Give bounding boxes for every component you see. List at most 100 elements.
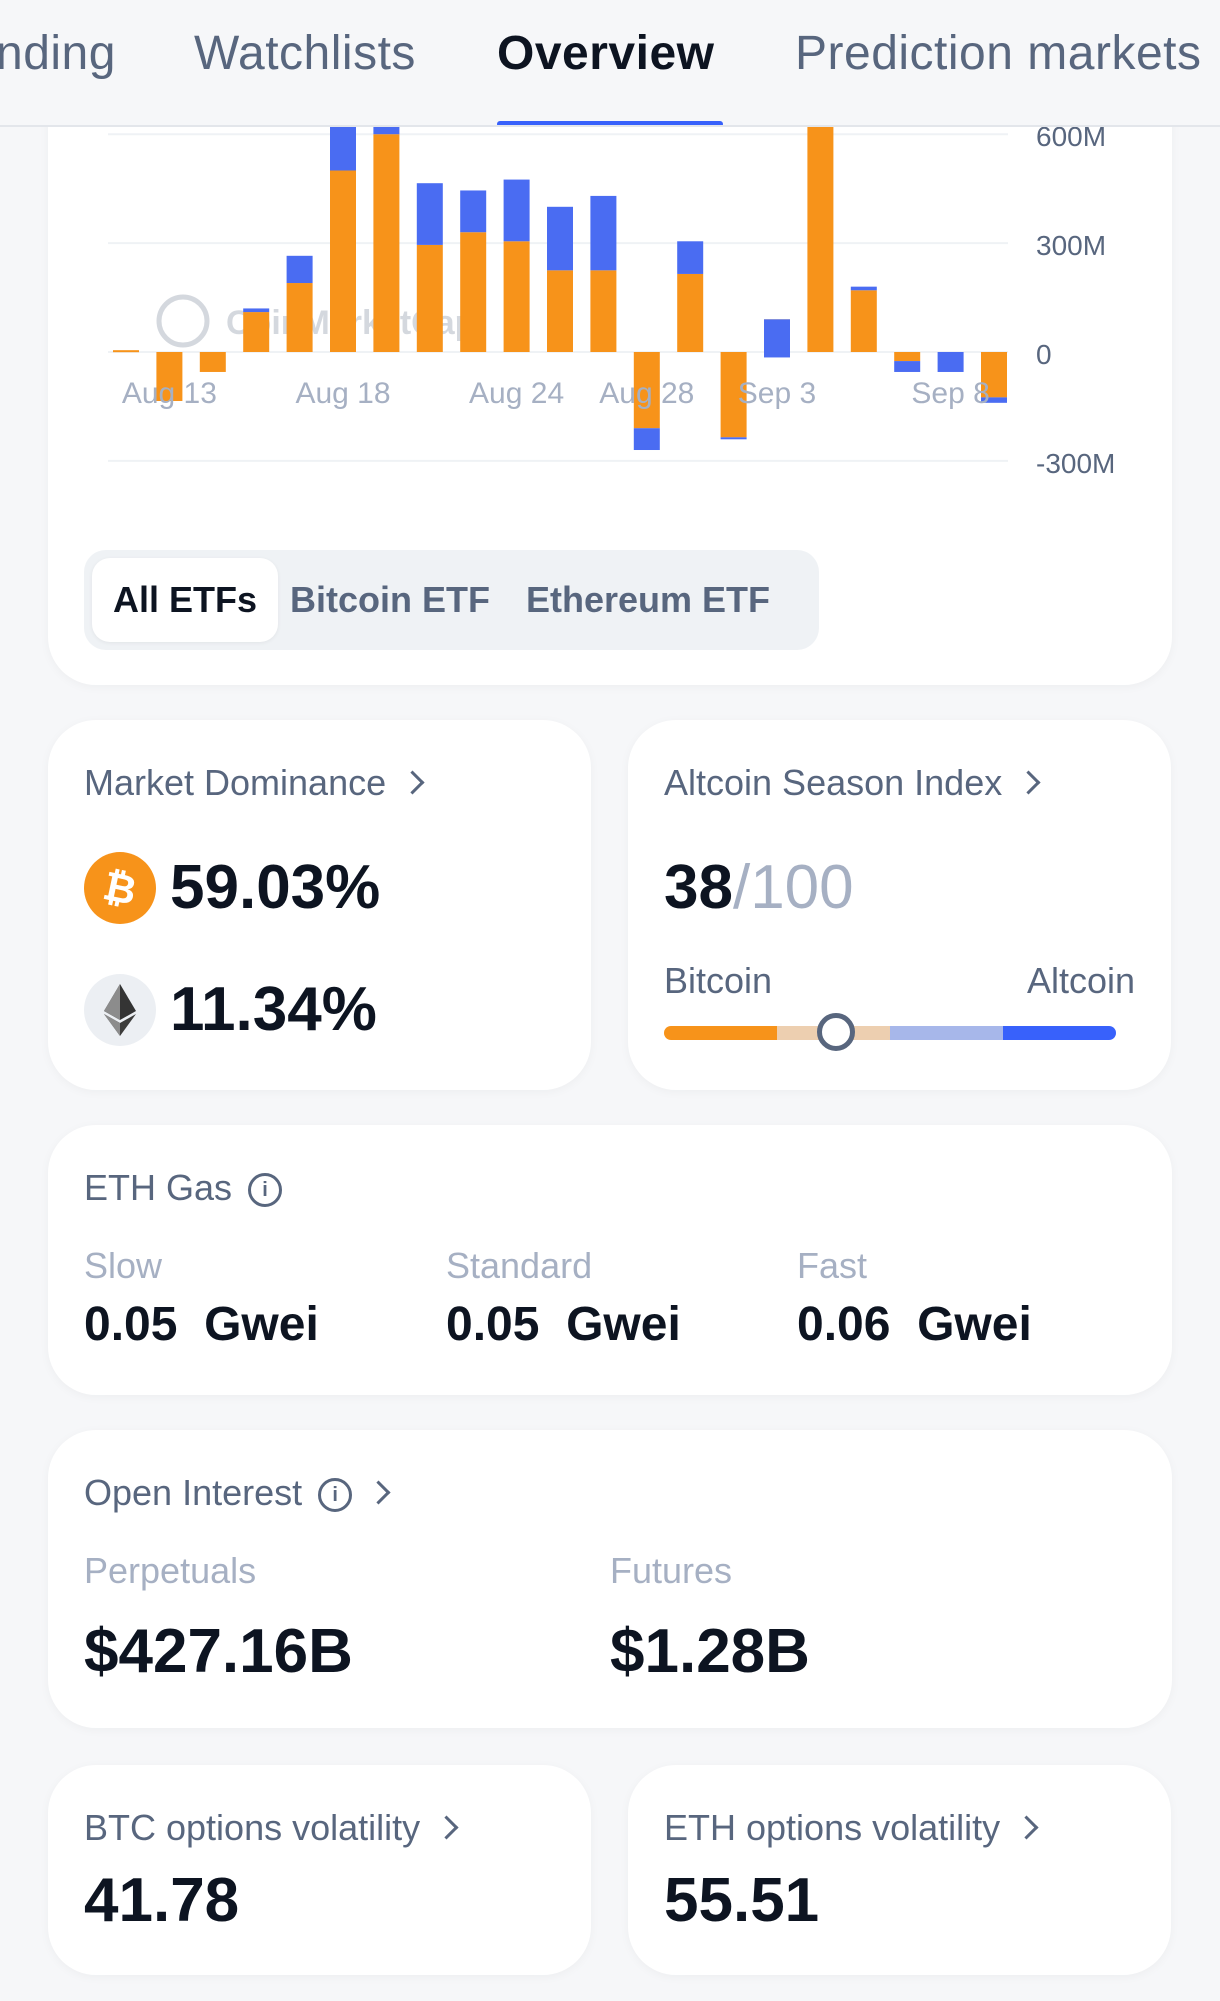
bar-segment-blue[interactable] (894, 361, 921, 372)
season-bar-segment-4 (1003, 1026, 1116, 1040)
x-tick-label: Aug 18 (295, 377, 390, 410)
bar-segment-orange[interactable] (850, 290, 877, 352)
tab-trending[interactable]: nding (0, 26, 116, 81)
btc-dominance-value: 59.03% (170, 853, 381, 922)
open-interest-title-text: Open Interest (84, 1472, 303, 1513)
chevron-right-icon (1014, 1815, 1039, 1840)
bar-segment-blue[interactable] (633, 428, 660, 451)
x-tick-label: Sep 8 (911, 377, 989, 410)
y-tick-label: -300M (1036, 448, 1115, 479)
bar-segment-blue[interactable] (416, 183, 443, 245)
segment-all-etfs[interactable]: All ETFs (92, 558, 278, 642)
etf-flows-chart: 600M300M0-300MCoinMarketCapAug 13Aug 18A… (108, 116, 1115, 479)
btc-options-volatility-card[interactable]: BTC options volatility 41.78 (48, 1765, 591, 1975)
segment-ethereum-etf[interactable]: Ethereum ETF (488, 558, 808, 642)
bar-segment-orange[interactable] (373, 134, 400, 352)
bar-segment-blue[interactable] (460, 190, 487, 233)
eth-options-volatility-card[interactable]: ETH options volatility 55.51 (628, 1765, 1171, 1975)
bar-segment-blue[interactable] (677, 241, 704, 274)
tab-prediction-markets[interactable]: Prediction markets (795, 26, 1201, 81)
eth-gas-title-text: ETH Gas (84, 1167, 233, 1208)
btc-volatility-title[interactable]: BTC options volatility (84, 1807, 459, 1849)
btc-volatility-value: 41.78 (84, 1866, 240, 1935)
gas-fast-value: 0.06 Gwei (797, 1298, 1032, 1351)
tab-overview[interactable]: Overview (497, 26, 714, 81)
segment-bitcoin-etf[interactable]: Bitcoin ETF (290, 558, 490, 642)
bitcoin-icon: ₿ (84, 852, 156, 924)
season-bar-segment-1 (664, 1026, 777, 1040)
market-dominance-title[interactable]: Market Dominance (84, 762, 425, 804)
x-tick-label: Sep 3 (738, 377, 816, 410)
bar-segment-blue[interactable] (503, 179, 530, 242)
tab-watchlists[interactable]: Watchlists (194, 26, 416, 81)
market-dominance-card[interactable]: Market Dominance ₿ 59.03% 11.34% (48, 720, 591, 1090)
gas-standard-value: 0.05 Gwei (446, 1298, 681, 1351)
altcoin-season-value: 38 (664, 853, 733, 922)
gas-slow-value: 0.05 Gwei (84, 1298, 319, 1351)
bar-segment-blue[interactable] (286, 255, 313, 284)
gas-fast-label: Fast (797, 1245, 868, 1286)
bar-segment-orange[interactable] (286, 283, 313, 352)
futures-label: Futures (610, 1550, 733, 1591)
etf-segment-control: All ETFs Bitcoin ETF Ethereum ETF (84, 550, 819, 650)
chevron-right-icon (1016, 770, 1041, 795)
eth-volatility-title-text: ETH options volatility (664, 1807, 1001, 1848)
open-interest-title[interactable]: Open Interest i (84, 1472, 391, 1516)
eth-volatility-value: 55.51 (664, 1866, 820, 1935)
gas-standard-label: Standard (446, 1245, 593, 1286)
eth-dominance-value: 11.34% (170, 975, 377, 1044)
bar-segment-blue[interactable] (937, 352, 964, 372)
x-tick-label: Aug 24 (469, 377, 564, 410)
market-dominance-title-text: Market Dominance (84, 762, 387, 803)
bar-segment-orange[interactable] (416, 244, 443, 352)
season-slider-knob (816, 1013, 855, 1051)
bar-segment-orange[interactable] (460, 232, 487, 352)
bar-segment-orange[interactable] (113, 350, 139, 353)
eth-volatility-title[interactable]: ETH options volatility (664, 1807, 1039, 1849)
perpetuals-value: $427.16B (84, 1617, 353, 1686)
info-icon[interactable]: i (318, 1478, 353, 1512)
bar-segment-orange[interactable] (330, 170, 356, 353)
bitcoin-label: Bitcoin (664, 960, 773, 1001)
top-tab-bar: nding Watchlists Overview Prediction mar… (0, 0, 1220, 127)
bar-segment-orange[interactable] (807, 119, 834, 353)
perpetuals-label: Perpetuals (84, 1550, 257, 1591)
altcoin-label: Altcoin (1026, 960, 1135, 1001)
active-tab-indicator (497, 121, 723, 125)
bar-segment-blue[interactable] (243, 308, 270, 313)
chevron-right-icon (400, 770, 425, 795)
btc-volatility-title-text: BTC options volatility (84, 1807, 421, 1848)
bar-segment-orange[interactable] (547, 270, 573, 352)
chevron-right-icon (366, 1480, 391, 1505)
season-bar-segment-3 (890, 1026, 1003, 1040)
bar-segment-blue[interactable] (764, 319, 790, 358)
altcoin-season-max: /100 (732, 853, 854, 922)
gas-slow-label: Slow (84, 1245, 163, 1286)
x-tick-label: Aug 28 (599, 377, 694, 410)
bar-segment-blue[interactable] (590, 195, 617, 271)
bar-segment-orange[interactable] (243, 312, 270, 352)
open-interest-card[interactable]: Open Interest i Perpetuals $427.16B Futur… (48, 1430, 1172, 1728)
chevron-right-icon (434, 1815, 459, 1840)
etf-flows-card: 600M300M0-300MCoinMarketCapAug 13Aug 18A… (48, 110, 1172, 685)
altcoin-season-card[interactable]: Altcoin Season Index 38/100 Bitcoin Altc… (628, 720, 1171, 1090)
ethereum-icon (84, 974, 156, 1046)
eth-gas-card: ETH Gas i Slow 0.05 Gwei Standard 0.05 Gw… (48, 1125, 1172, 1395)
bar-segment-orange[interactable] (503, 241, 530, 352)
bar-segment-orange[interactable] (894, 352, 921, 362)
info-icon[interactable]: i (248, 1173, 283, 1207)
bar-segment-orange[interactable] (199, 352, 226, 372)
y-tick-label: 300M (1036, 230, 1106, 261)
altcoin-season-score: 38/100 (664, 852, 854, 923)
bar-segment-orange[interactable] (677, 273, 704, 352)
bar-segment-blue[interactable] (850, 286, 877, 291)
svg-text:₿: ₿ (99, 864, 140, 914)
altcoin-season-title[interactable]: Altcoin Season Index (664, 762, 1041, 804)
bar-segment-blue[interactable] (720, 437, 747, 440)
altcoin-season-title-text: Altcoin Season Index (664, 762, 1003, 803)
bar-segment-orange[interactable] (590, 270, 617, 352)
eth-gas-title: ETH Gas i (84, 1167, 283, 1211)
bar-segment-blue[interactable] (547, 206, 573, 271)
futures-value: $1.28B (610, 1617, 810, 1686)
x-tick-label: Aug 13 (122, 377, 217, 410)
